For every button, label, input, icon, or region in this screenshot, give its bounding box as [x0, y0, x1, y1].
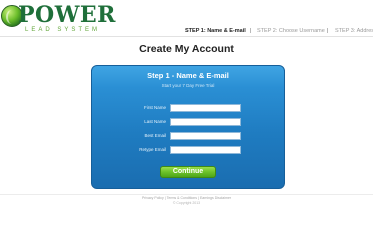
terms-link[interactable]: Terms & Conditions: [167, 196, 197, 200]
retype-email-label: Retype Email: [139, 147, 166, 152]
panel-subtitle: Start your 7 Day Free Trial: [161, 83, 215, 88]
step-separator: |: [327, 28, 329, 34]
best-email-label: Best Email: [144, 133, 166, 138]
retype-email-field[interactable]: [170, 146, 241, 154]
logo-wordmark: POWER: [18, 2, 116, 28]
first-name-field[interactable]: [170, 104, 241, 112]
signup-panel: Step 1 - Name & E-mail Start your 7 Day …: [91, 65, 285, 189]
step-3: STEP 3: Address: [335, 28, 373, 34]
page-title: Create My Account: [139, 43, 234, 55]
privacy-policy-link[interactable]: Privacy Policy: [142, 196, 164, 200]
header: POWER LEAD SYSTEM STEP 1: Name & E-mail …: [0, 0, 373, 36]
step-2: STEP 2: Choose Username: [257, 28, 325, 34]
best-email-field[interactable]: [170, 132, 241, 140]
panel-title: Step 1 - Name & E-mail: [147, 71, 229, 80]
step-separator: |: [250, 28, 252, 34]
earnings-disclaimer-link[interactable]: Earnings Disclaimer: [200, 196, 231, 200]
step-progress: STEP 1: Name & E-mail | STEP 2: Choose U…: [0, 27, 373, 36]
first-name-label: First Name: [143, 105, 166, 110]
header-divider: [0, 36, 373, 37]
last-name-label: Last Name: [144, 119, 166, 124]
step-1-active: STEP 1: Name & E-mail: [185, 28, 246, 34]
copyright: © Copyright 2013: [172, 201, 201, 205]
page: POWER LEAD SYSTEM STEP 1: Name & E-mail …: [0, 0, 373, 206]
continue-button[interactable]: Continue: [160, 166, 216, 178]
last-name-field[interactable]: [170, 118, 241, 126]
footer-divider: [0, 194, 373, 195]
